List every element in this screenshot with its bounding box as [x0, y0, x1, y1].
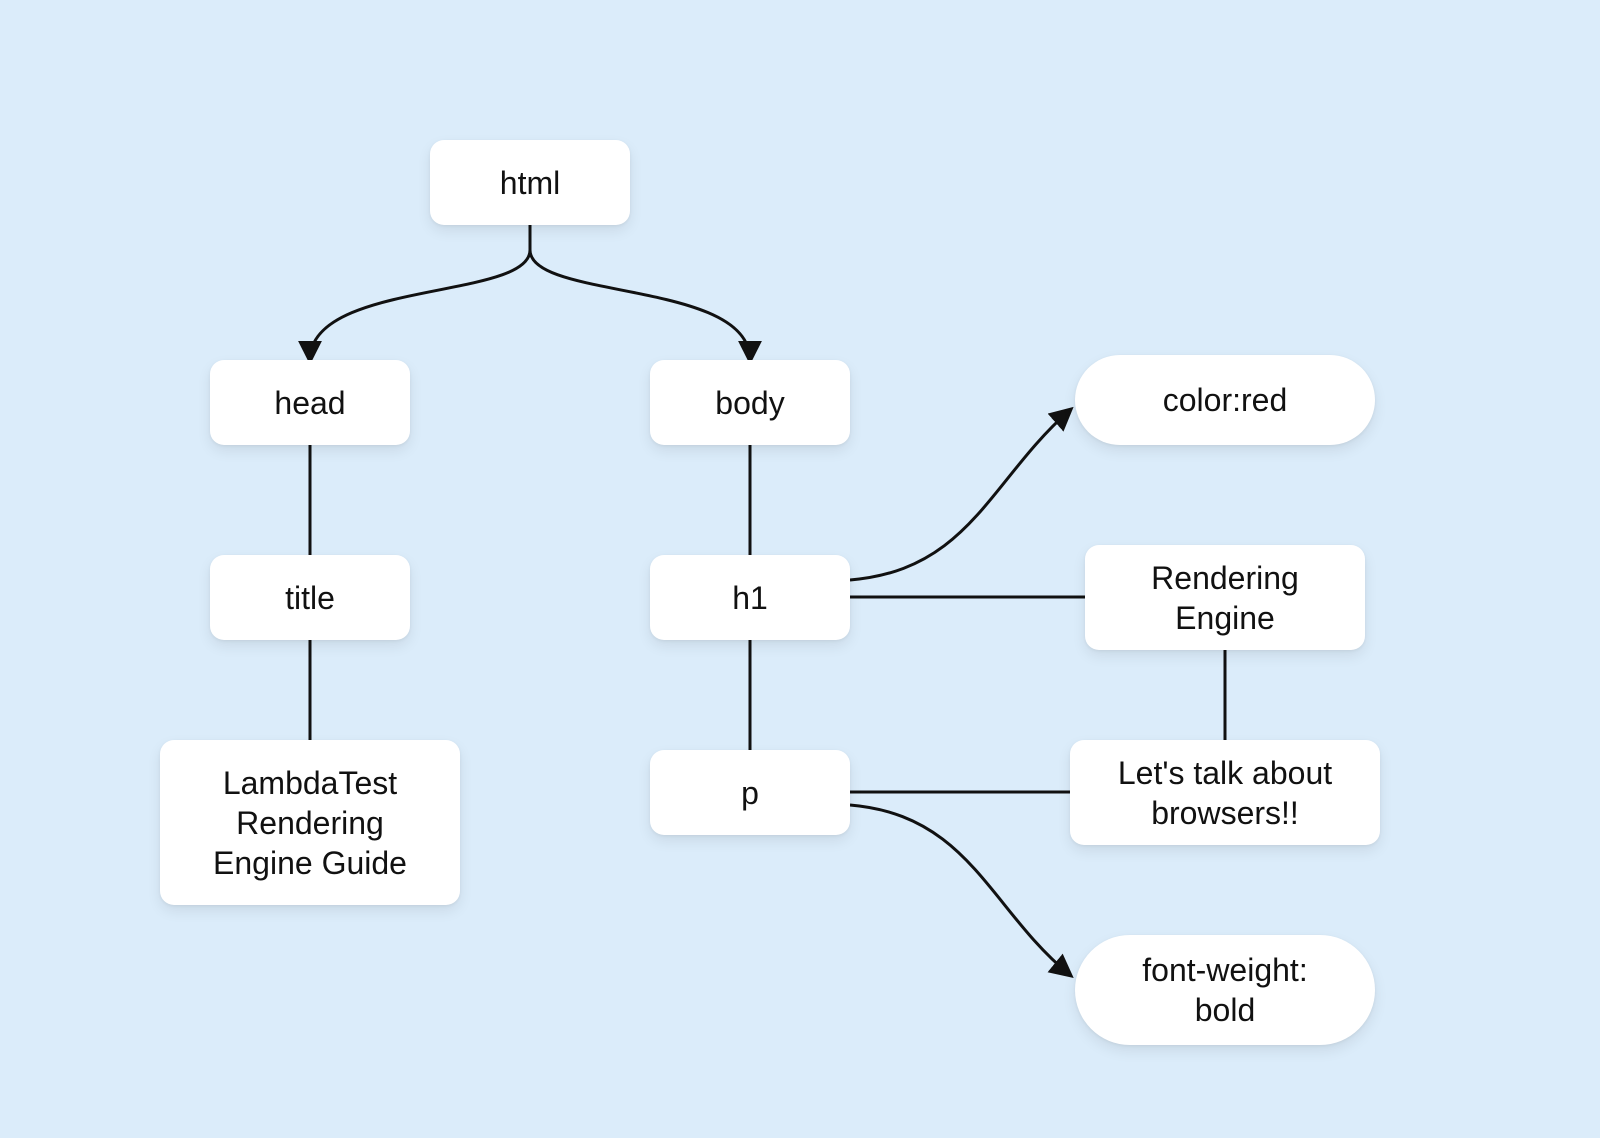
- node-h1: h1: [650, 555, 850, 640]
- node-html: html: [430, 140, 630, 225]
- edge-html-to-body: [530, 250, 750, 360]
- edge-p-to-fontweight: [850, 805, 1070, 975]
- node-body: body: [650, 360, 850, 445]
- edge-html-to-head: [310, 250, 530, 360]
- diagram-canvas: html head body title h1 p LambdaTest Ren…: [0, 0, 1600, 1138]
- node-p-style: font-weight: bold: [1075, 935, 1375, 1045]
- node-p-text: Let's talk about browsers!!: [1070, 740, 1380, 845]
- node-title: title: [210, 555, 410, 640]
- edge-h1-to-colorred: [850, 410, 1070, 580]
- node-h1-style: color:red: [1075, 355, 1375, 445]
- node-title-text: LambdaTest Rendering Engine Guide: [160, 740, 460, 905]
- node-h1-text: Rendering Engine: [1085, 545, 1365, 650]
- node-p: p: [650, 750, 850, 835]
- node-head: head: [210, 360, 410, 445]
